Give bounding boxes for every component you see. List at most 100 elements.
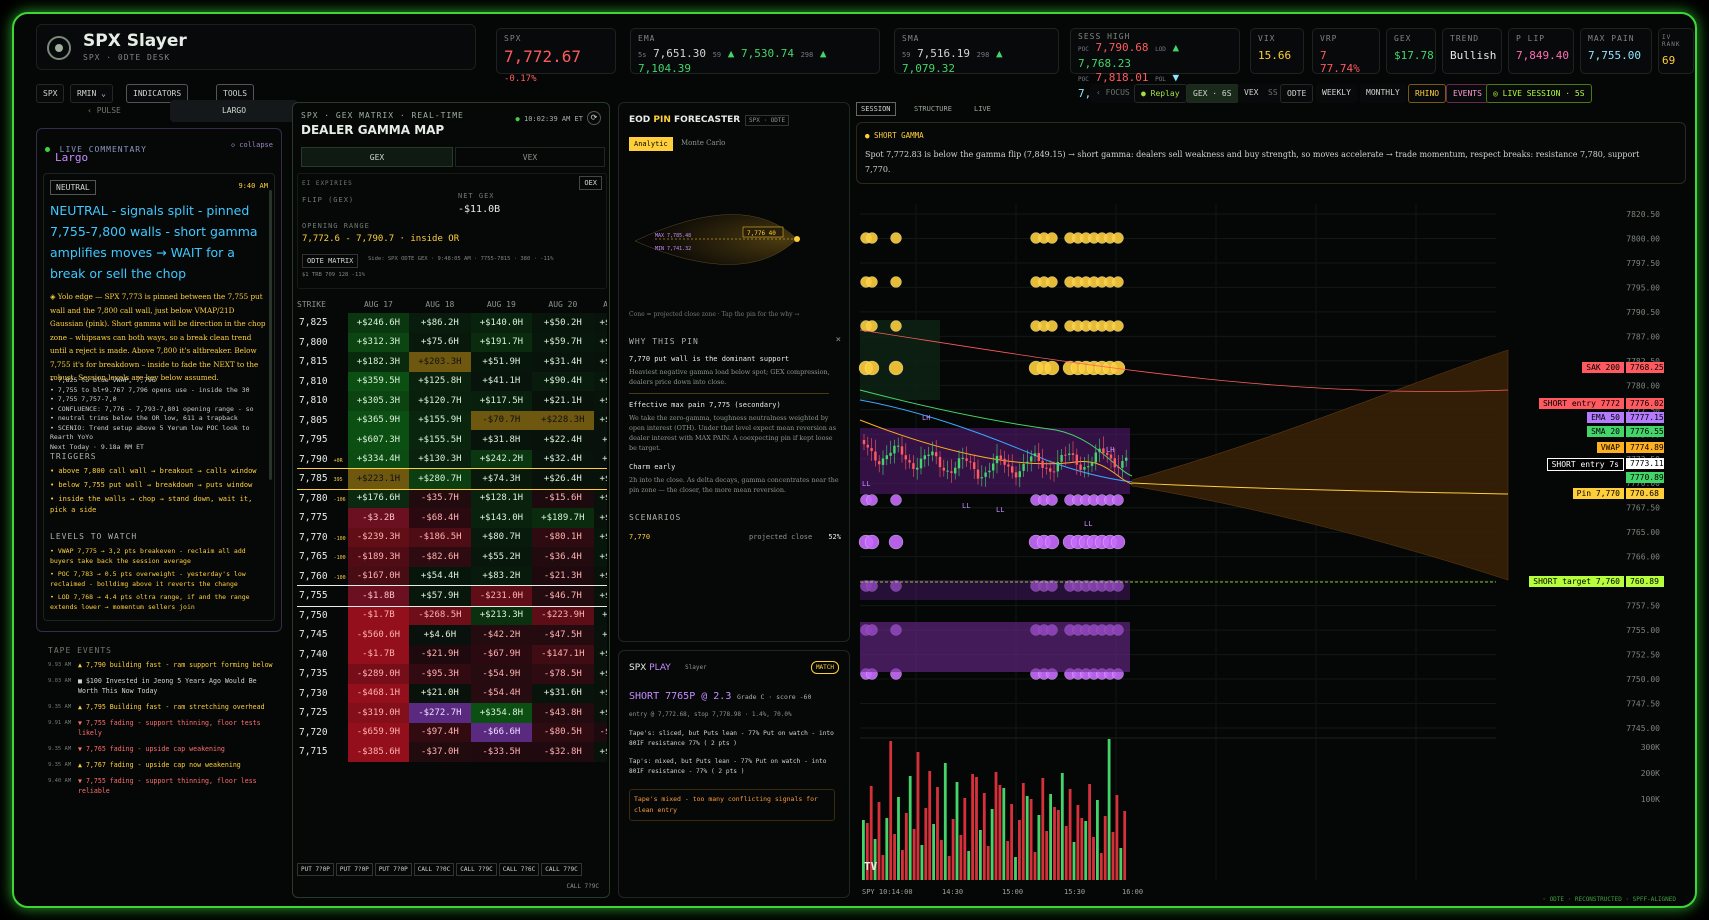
gex-cell[interactable]: -$33.5H <box>470 742 533 762</box>
gex-cell[interactable]: +$83.2H <box>470 566 533 586</box>
candle[interactable] <box>1075 454 1078 465</box>
candle[interactable] <box>878 461 881 465</box>
strike-chip[interactable]: PUT 7?0P <box>374 863 412 876</box>
events-toggle[interactable]: EVENTS <box>1446 84 1489 103</box>
tab-live[interactable]: LIVE <box>970 102 995 116</box>
gex-cell[interactable]: +$280.7H <box>409 469 471 489</box>
gamma-bubble[interactable] <box>864 360 880 376</box>
matrix-row[interactable]: 7,760-100-$167.0H+$54.4H+$83.2H-$21.3H+$… <box>297 566 607 586</box>
candle[interactable] <box>1068 453 1071 455</box>
gex-cell[interactable]: +$223.1H <box>347 469 410 489</box>
refresh-icon[interactable]: ⟳ <box>587 111 601 125</box>
matrix-row[interactable]: 7,810 +$359.5H+$125.8H+$41.1H+$90.4H+$62 <box>297 371 607 391</box>
candle[interactable] <box>946 470 949 472</box>
vex-toggle[interactable]: VEX <box>1238 84 1265 103</box>
candle[interactable] <box>1041 460 1044 468</box>
gex-cell[interactable]: +$4.6H <box>409 625 471 645</box>
gamma-bubble[interactable] <box>1112 494 1124 506</box>
gex-cell[interactable]: -$36.4H <box>532 547 594 567</box>
gex-cell[interactable]: +$23 <box>593 410 607 430</box>
candle[interactable] <box>923 455 926 460</box>
gex-cell[interactable]: +$27 <box>593 664 607 684</box>
replay-button[interactable]: ● Replay <box>1134 84 1187 103</box>
candle[interactable] <box>938 456 942 468</box>
matrix-row[interactable]: 7,765-100-$189.3H-$82.6H+$55.2H-$36.4H+$… <box>297 547 607 567</box>
gex-cell[interactable]: +$16 <box>593 566 607 586</box>
matrix-row[interactable]: 7,715 -$385.6H-$37.0H-$33.5H-$32.8H+$16 <box>297 742 607 762</box>
gex-cell[interactable]: +$176.6H <box>347 488 410 508</box>
gex-cell[interactable]: +$365.9H <box>347 410 410 430</box>
candle[interactable] <box>931 451 934 456</box>
candle[interactable] <box>954 467 957 474</box>
gex-cell[interactable]: -$1.8B <box>347 586 410 606</box>
gex-cell[interactable]: +$31.6H <box>532 683 594 703</box>
gex-cell[interactable]: +$25 <box>593 352 607 372</box>
gex-cell[interactable]: +$54.4H <box>409 566 471 586</box>
gex-cell[interactable]: -$1.7B <box>347 605 410 625</box>
matrix-row[interactable]: 7,775 -$3.2B-$68.4H+$143.0H+$189.7H+$24 <box>297 508 607 528</box>
candle[interactable] <box>897 445 900 447</box>
candle[interactable] <box>984 472 987 477</box>
matrix-row[interactable]: 7,725 -$319.0H-$272.7H+$354.8H-$43.8H+$18 <box>297 703 607 723</box>
gex-cell[interactable]: +$189.7H <box>532 508 594 528</box>
candle[interactable] <box>957 458 961 469</box>
gex-cell[interactable]: +$125.8H <box>409 371 471 391</box>
matrix-row[interactable]: 7,780 -106 +$176.6H -$35.7H +$128.1H -$15.6H +… <box>297 488 607 508</box>
gamma-bubble[interactable] <box>866 320 878 332</box>
gex-cell[interactable]: +$51.9H <box>470 352 533 372</box>
strike-chip[interactable]: PUT 7?0P <box>297 863 334 876</box>
matrix-row[interactable]: 7,785395 +$223.1H+$280.7H+$74.3H+$26.4H+$… <box>297 468 607 490</box>
gex-cell[interactable]: +$203.3H <box>409 352 471 372</box>
candle[interactable] <box>1030 456 1033 462</box>
gex-cell[interactable]: +$130.3H <box>409 449 471 469</box>
candle[interactable] <box>881 458 885 465</box>
tab-gex[interactable]: GEX <box>301 147 453 167</box>
gex-cell[interactable]: +$7 <box>593 625 607 645</box>
candle[interactable] <box>1056 462 1059 472</box>
gex-cell[interactable]: -$231.0H <box>470 586 533 606</box>
gex-cell[interactable]: -$80.5H <box>532 722 594 742</box>
gamma-bubble[interactable] <box>866 494 878 506</box>
candle[interactable] <box>1125 457 1128 461</box>
gex-cell[interactable]: -$468.1H <box>347 683 410 703</box>
candle[interactable] <box>919 458 923 469</box>
matrix-row[interactable]: 7,735 -$289.0H-$95.3H-$54.9H-$78.5H+$27 <box>297 664 607 684</box>
gex-cell[interactable]: +$75.6H <box>409 332 471 352</box>
candle[interactable] <box>965 458 968 461</box>
gex-cell[interactable]: +$62 <box>593 371 607 391</box>
gex-cell[interactable]: +$191.7H <box>470 332 533 352</box>
gex-cell[interactable]: +$242.2H <box>470 449 533 469</box>
matrix-row[interactable]: 7,800 +$312.3H+$75.6H+$191.7H+$59.7H+$46 <box>297 332 607 352</box>
gex-cell[interactable]: -$95.3H <box>409 664 471 684</box>
gex-cell[interactable]: +$16 <box>593 742 607 762</box>
gex-cell[interactable]: +$32.4H <box>532 449 594 469</box>
gex-cell[interactable]: +$312.3H <box>347 332 410 352</box>
tile-gex[interactable]: GEX $17.78 <box>1386 28 1436 74</box>
gex-cell[interactable]: +$21.0H <box>409 683 471 703</box>
candle[interactable] <box>1083 467 1086 470</box>
strike-chip[interactable]: CALL 7?0C <box>413 863 455 876</box>
candle[interactable] <box>1007 464 1010 467</box>
gex-cell[interactable]: +$117.5H <box>470 391 533 411</box>
gex-cell[interactable]: +$74.3H <box>470 469 533 489</box>
gex-cell[interactable]: +$143.0H <box>470 508 533 528</box>
candle[interactable] <box>889 452 892 456</box>
gex-cell[interactable]: -$272.7H <box>409 703 471 723</box>
matrix-col-header[interactable]: STRIKE <box>297 295 348 313</box>
tape-event[interactable]: 9.35 AM ▼ 7,765 fading - upside cap weake… <box>48 744 278 754</box>
tape-event[interactable]: 9.03 AM ■ $100 Invested in Jeong 5 Years … <box>48 676 278 696</box>
collapse-button[interactable]: ◇ collapse <box>231 141 273 149</box>
gex-cell[interactable]: -$167.0H <box>347 566 410 586</box>
gex-cell[interactable]: +$128.1H <box>470 488 533 508</box>
weekly-toggle[interactable]: WEEKLY <box>1316 84 1357 103</box>
gex-cell[interactable]: -$47.5H <box>532 625 594 645</box>
gex-cell[interactable]: -$32.8H <box>532 742 594 762</box>
tab-monte-carlo[interactable]: Monte Carlo <box>681 139 725 147</box>
candle[interactable] <box>1109 454 1113 459</box>
candle[interactable] <box>885 455 888 460</box>
tab-pulse[interactable]: ‹ PULSE <box>40 100 168 122</box>
gex-cell[interactable]: -$97.4H <box>409 722 471 742</box>
matrix-row[interactable]: 7,795 +$607.3H+$155.5H+$31.8H+$22.4H+$6 <box>297 430 607 450</box>
candle[interactable] <box>995 455 999 464</box>
candle[interactable] <box>1052 471 1056 473</box>
